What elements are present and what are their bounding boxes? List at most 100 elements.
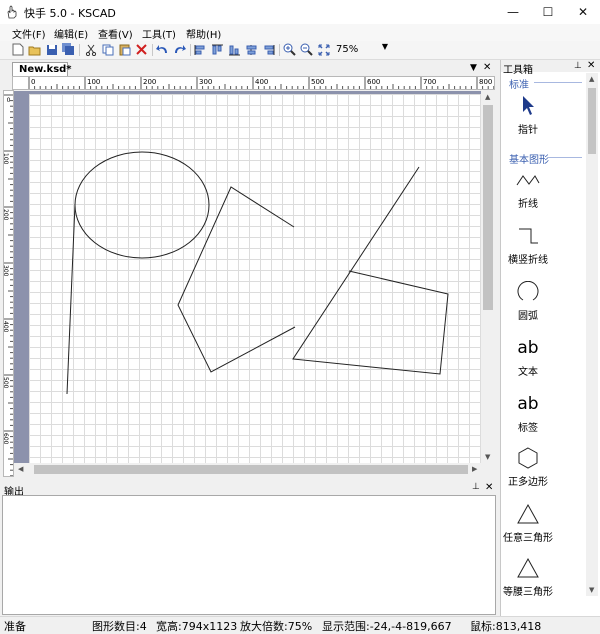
menu-help[interactable]: 帮助(H) — [186, 26, 221, 41]
vertical-scroll-thumb[interactable] — [483, 105, 493, 310]
status-range: 显示范围:-24,-4-819,667 — [322, 620, 452, 633]
chevron-down-icon: ▼ — [381, 42, 388, 51]
tool-label: 标签 — [518, 423, 538, 434]
align-right-icon[interactable] — [261, 42, 276, 57]
open-icon[interactable] — [27, 42, 42, 57]
text-glyph: ab — [517, 338, 539, 358]
canvas-page[interactable] — [29, 94, 481, 463]
menu-view[interactable]: 查看(V) — [98, 26, 133, 41]
new-icon[interactable] — [10, 42, 25, 57]
ruler-label: 400 — [2, 321, 9, 333]
tool-label: 文本 — [518, 367, 538, 378]
toolbox-title: 工具箱 — [503, 65, 533, 76]
tool-label: 折线 — [518, 199, 538, 210]
category-basic-shapes[interactable]: 基本图形 — [509, 151, 549, 166]
orthogonal-polyline-icon — [498, 221, 558, 251]
tool-label: 圆弧 — [518, 311, 538, 322]
tool-label: 指针 — [518, 125, 538, 136]
polyline-shape[interactable] — [292, 166, 449, 375]
minimize-button[interactable]: — — [496, 0, 530, 24]
ruler-label: 0 — [31, 78, 36, 86]
ruler-label: 100 — [2, 153, 9, 165]
pin-icon[interactable]: ⊥ — [574, 61, 582, 71]
menu-file[interactable]: 文件(F) — [12, 26, 46, 41]
ruler-label: 300 — [2, 265, 9, 277]
arc-icon — [498, 277, 558, 307]
align-top-icon[interactable] — [210, 42, 225, 57]
zoom-value: 75% — [336, 43, 359, 55]
menu-edit[interactable]: 编辑(E) — [54, 26, 88, 41]
redo-icon[interactable] — [172, 42, 187, 57]
drawing-shapes — [66, 151, 449, 395]
tool-pointer[interactable]: 指针 — [498, 91, 558, 136]
save-all-icon[interactable] — [61, 42, 76, 57]
delete-icon[interactable] — [134, 42, 149, 57]
ruler-label: 800 — [479, 78, 493, 86]
align-bottom-icon[interactable] — [227, 42, 242, 57]
ruler-label: 0 — [6, 97, 11, 104]
isosceles-triangle-icon — [498, 553, 558, 583]
status-ready: 准备 — [4, 620, 26, 633]
document-tab[interactable]: New.ksd* — [12, 62, 72, 76]
line-shape[interactable] — [66, 203, 76, 395]
window-title: 快手 5.0 - KSCAD — [24, 7, 116, 20]
horizontal-scroll-thumb[interactable] — [34, 465, 468, 474]
save-icon[interactable] — [44, 42, 59, 57]
align-left-icon[interactable] — [193, 42, 208, 57]
tool-triangle[interactable]: 任意三角形 — [498, 499, 558, 544]
tool-isosceles-triangle[interactable]: 等腰三角形 — [498, 553, 558, 598]
tab-close-icon[interactable]: ✕ — [483, 62, 491, 73]
toolbox-close-icon[interactable]: ✕ — [587, 60, 595, 71]
tool-orthogonal-polyline[interactable]: 横竖折线 — [498, 221, 558, 266]
pointer-icon — [498, 91, 558, 121]
scroll-left-icon[interactable]: ◀ — [18, 465, 23, 473]
undo-icon[interactable] — [155, 42, 170, 57]
toolbox-scroll-thumb[interactable] — [588, 88, 596, 154]
ruler-vertical: 0 100 200 300 400 500 600 — [2, 90, 14, 477]
tool-arc[interactable]: 圆弧 — [498, 277, 558, 322]
category-standard[interactable]: 标准 — [509, 76, 529, 91]
tool-label-shape[interactable]: ab 标签 — [498, 389, 558, 434]
ruler-label: 300 — [199, 78, 213, 86]
fit-icon[interactable] — [316, 42, 331, 57]
hexagon-icon — [498, 443, 558, 473]
tool-text[interactable]: ab 文本 — [498, 333, 558, 378]
scroll-down-icon[interactable]: ▼ — [589, 586, 594, 594]
ellipse-shape[interactable] — [74, 151, 210, 259]
output-panel[interactable] — [2, 495, 496, 615]
maximize-button[interactable]: ☐ — [531, 0, 565, 24]
output-close-icon[interactable]: ✕ — [485, 482, 493, 493]
copy-icon[interactable] — [100, 42, 115, 57]
ruler-label: 500 — [311, 78, 325, 86]
menu-tools[interactable]: 工具(T) — [142, 26, 176, 41]
paste-icon[interactable] — [117, 42, 132, 57]
align-center-icon[interactable] — [244, 42, 259, 57]
cut-icon[interactable] — [83, 42, 98, 57]
pin-icon[interactable]: ⊥ — [472, 482, 480, 492]
tool-regular-polygon[interactable]: 正多边形 — [498, 443, 558, 488]
tool-label: 等腰三角形 — [503, 587, 553, 598]
ruler-label: 100 — [87, 78, 101, 86]
category-divider — [548, 157, 582, 158]
triangle-icon — [498, 499, 558, 529]
zoom-dropdown[interactable]: 75% ▼ — [332, 42, 390, 56]
toolbar-separator — [190, 44, 191, 56]
scroll-down-icon[interactable]: ▼ — [485, 453, 490, 461]
scroll-right-icon[interactable]: ▶ — [472, 465, 477, 473]
status-size: 宽高:794x1123 — [156, 620, 238, 633]
ruler-ticks — [28, 77, 494, 89]
scroll-up-icon[interactable]: ▲ — [485, 93, 490, 101]
drawing-canvas[interactable] — [14, 91, 481, 463]
tool-polyline[interactable]: 折线 — [498, 165, 558, 210]
status-shape-count: 图形数目:4 — [92, 620, 147, 633]
tab-list-icon[interactable]: ▼ — [470, 63, 477, 73]
zoom-in-icon[interactable] — [282, 42, 297, 57]
polyline-shape[interactable] — [177, 186, 296, 373]
close-button[interactable]: ✕ — [566, 0, 600, 24]
tool-label: 正多边形 — [508, 477, 548, 488]
ruler-ticks — [4, 94, 13, 476]
tool-label: 任意三角形 — [503, 533, 553, 544]
zoom-out-icon[interactable] — [299, 42, 314, 57]
scroll-up-icon[interactable]: ▲ — [589, 75, 594, 83]
ruler-horizontal: 0 100 200 300 400 500 600 700 800 — [12, 76, 495, 90]
